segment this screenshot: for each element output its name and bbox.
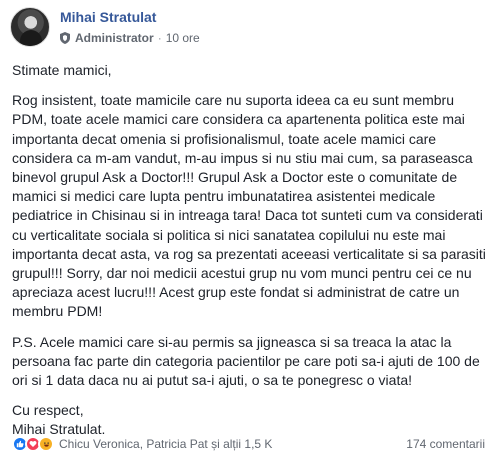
author-role: Administrator [75, 31, 154, 45]
facebook-post: Mihai Stratulat Administrator · 10 ore S… [0, 0, 497, 469]
post-time[interactable]: 10 ore [166, 31, 200, 45]
signoff-line: Cu respect, [12, 402, 84, 419]
post-paragraph-main: Rog insistent, toate mamicile care nu su… [12, 92, 486, 320]
post-paragraph-ps: P.S. Acele mamici care si-au permis sa j… [12, 333, 480, 389]
post-content: Stimate mamici, Rog insistent, toate mam… [12, 61, 487, 440]
reactions-summary[interactable]: Chicu Veronica, Patricia Pat și alții 1,… [12, 436, 272, 452]
author-avatar[interactable] [10, 7, 50, 47]
author-name[interactable]: Mihai Stratulat [60, 9, 156, 25]
reactors-text[interactable]: Chicu Veronica, Patricia Pat și alții 1,… [59, 437, 272, 451]
haha-icon[interactable] [38, 436, 54, 452]
comments-count[interactable]: 174 comentarii [406, 437, 485, 451]
meta-separator: · [157, 31, 162, 45]
reaction-icons[interactable] [12, 436, 54, 452]
post-paragraph-signoff: Cu respect, Mihai Stratulat. [12, 401, 487, 439]
admin-shield-icon [60, 32, 70, 44]
post-meta: Administrator · 10 ore [60, 31, 200, 45]
post-footer: Chicu Veronica, Patricia Pat și alții 1,… [12, 435, 485, 453]
post-paragraph-greeting: Stimate mamici, [12, 62, 112, 78]
post-header: Mihai Stratulat Administrator · 10 ore [10, 6, 487, 48]
